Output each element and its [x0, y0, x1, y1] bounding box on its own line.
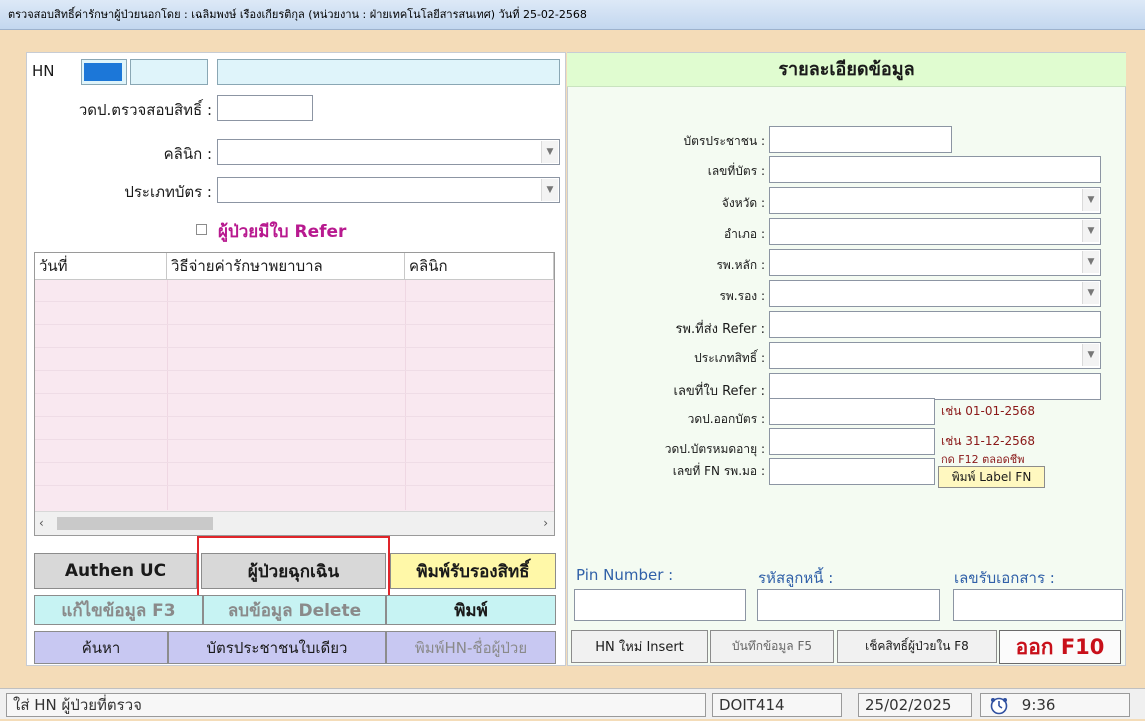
status-message: ใส่ HN ผู้ป่วยที่ตรวจ — [6, 693, 706, 717]
main-hosp-label: รพ.หลัก : — [716, 258, 765, 272]
chevron-down-icon[interactable]: ▼ — [1082, 189, 1099, 211]
status-date: 25/02/2025 — [858, 693, 972, 717]
hn-input[interactable] — [81, 59, 127, 85]
exit-f10-button[interactable]: ออก F10 — [999, 630, 1121, 664]
refer-checkbox-label[interactable]: ผู้ป่วยมีใบ Refer — [218, 218, 346, 245]
expire-date-hint: เช่น 31-12-2568 — [941, 434, 1036, 448]
refer-hosp-input[interactable] — [769, 311, 1101, 338]
district-select[interactable]: ▼ — [769, 218, 1101, 245]
grid-row — [35, 347, 554, 348]
grid-row — [35, 416, 554, 417]
province-select[interactable]: ▼ — [769, 187, 1101, 214]
authen-uc-button[interactable]: Authen UC — [34, 553, 197, 589]
card-type-label: ประเภทบัตร : — [124, 183, 212, 201]
expire-date-input[interactable] — [769, 428, 935, 455]
pin-number-input[interactable] — [574, 589, 746, 621]
hn-extra-input[interactable] — [130, 59, 208, 85]
fn-no-input[interactable] — [769, 458, 935, 485]
card-no-label: เลขที่บัตร : — [707, 164, 765, 178]
single-id-button[interactable]: บัตรประชาชนใบเดียว — [168, 631, 386, 664]
province-label: จังหวัด : — [721, 196, 765, 210]
card-no-input[interactable] — [769, 156, 1101, 183]
emergency-button[interactable]: ผู้ป่วยฉุกเฉิน — [201, 553, 386, 589]
status-time-cell: 9:36 — [980, 693, 1130, 717]
grid-row — [35, 301, 554, 302]
print-cert-button[interactable]: พิมพ์รับรองสิทธิ์ — [390, 553, 556, 589]
chevron-down-icon[interactable]: ▼ — [541, 179, 558, 201]
pin-number-label: Pin Number : — [576, 566, 674, 584]
sub-hosp-select[interactable]: ▼ — [769, 280, 1101, 307]
refer-checkbox[interactable] — [196, 224, 207, 235]
issue-date-label: วดป.ออกบัตร : — [687, 412, 765, 426]
refer-no-label: เลขที่ใบ Refer : — [673, 384, 765, 399]
edit-f3-button[interactable]: แก้ไขข้อมูล F3 — [34, 595, 203, 625]
window-title: ตรวจสอบสิทธิ์ค่ารักษาผู้ป่วยนอกโดย : เฉล… — [0, 0, 1145, 30]
chevron-down-icon[interactable]: ▼ — [1082, 251, 1099, 273]
right-type-select[interactable]: ▼ — [769, 342, 1101, 369]
card-type-select[interactable]: ▼ — [217, 177, 560, 203]
right-type-label: ประเภทสิทธิ์ : — [694, 351, 765, 365]
main-hosp-select[interactable]: ▼ — [769, 249, 1101, 276]
doc-no-input[interactable] — [953, 589, 1123, 621]
grid-divider — [167, 280, 168, 510]
grid-header: วันที่ วิธีจ่ายค่ารักษาพยาบาล คลินิก — [35, 253, 554, 280]
id-card-label: บัตรประชาชน : — [683, 134, 765, 148]
history-grid[interactable]: วันที่ วิธีจ่ายค่ารักษาพยาบาล คลินิก ‹ › — [34, 252, 555, 536]
issue-date-input[interactable] — [769, 398, 935, 425]
grid-row — [35, 462, 554, 463]
scrollbar-thumb[interactable] — [57, 517, 213, 530]
search-button[interactable]: ค้นหา — [34, 631, 168, 664]
grid-col-clinic[interactable]: คลินิก — [405, 253, 554, 280]
debtor-code-label: รหัสลูกหนี้ : — [758, 569, 834, 587]
grid-row — [35, 485, 554, 486]
chevron-down-icon[interactable]: ▼ — [1082, 282, 1099, 304]
clock-icon — [989, 697, 1009, 715]
chevron-down-icon[interactable]: ▼ — [1082, 344, 1099, 366]
refer-hosp-label: รพ.ที่ส่ง Refer : — [675, 322, 765, 337]
grid-col-date[interactable]: วันที่ — [35, 253, 167, 280]
print-hn-name-button[interactable]: พิมพ์HN-ชื่อผู้ป่วย — [386, 631, 556, 664]
id-card-input[interactable] — [769, 126, 952, 153]
issue-date-hint: เช่น 01-01-2568 — [941, 404, 1036, 418]
status-user: DOIT414 — [712, 693, 842, 717]
grid-row — [35, 370, 554, 371]
chevron-down-icon[interactable]: ▼ — [1082, 220, 1099, 242]
sub-hosp-label: รพ.รอง : — [719, 289, 765, 303]
refer-no-input[interactable] — [769, 373, 1101, 400]
grid-row — [35, 393, 554, 394]
grid-row — [35, 324, 554, 325]
fn-no-label: เลขที่ FN รพ.มอ : — [672, 464, 765, 478]
details-header: รายละเอียดข้อมูล — [567, 53, 1126, 87]
scroll-left-icon[interactable]: ‹ — [39, 516, 44, 530]
clinic-label: คลินิก : — [163, 145, 212, 163]
check-date-label: วดป.ตรวจสอบสิทธิ์ : — [78, 101, 212, 119]
save-f5-button[interactable]: บันทึกข้อมูล F5 — [710, 630, 834, 663]
grid-divider — [405, 280, 406, 510]
district-label: อำเภอ : — [723, 227, 765, 241]
delete-button[interactable]: ลบข้อมูล Delete — [203, 595, 386, 625]
check-inpatient-f8-button[interactable]: เช็คสิทธิ์ผู้ป่วยใน F8 — [837, 630, 997, 663]
new-hn-button[interactable]: HN ใหม่ Insert — [571, 630, 708, 663]
grid-scrollbar[interactable]: ‹ › — [35, 511, 554, 535]
check-date-input[interactable] — [217, 95, 313, 121]
doc-no-label: เลขรับเอกสาร : — [954, 569, 1055, 587]
chevron-down-icon[interactable]: ▼ — [541, 141, 558, 163]
scroll-right-icon[interactable]: › — [543, 516, 548, 530]
grid-col-payment[interactable]: วิธีจ่ายค่ารักษาพยาบาล — [167, 253, 405, 280]
print-button[interactable]: พิมพ์ — [386, 595, 556, 625]
status-time: 9:36 — [1021, 696, 1056, 714]
expire-date-label: วดป.บัตรหมดอายุ : — [664, 442, 765, 456]
patient-name-input[interactable] — [217, 59, 560, 85]
hn-input-selection — [84, 63, 122, 81]
clinic-select[interactable]: ▼ — [217, 139, 560, 165]
debtor-code-input[interactable] — [757, 589, 940, 621]
print-label-fn-button[interactable]: พิมพ์ Label FN — [938, 466, 1045, 488]
grid-row — [35, 439, 554, 440]
hn-label: HN — [32, 62, 55, 80]
